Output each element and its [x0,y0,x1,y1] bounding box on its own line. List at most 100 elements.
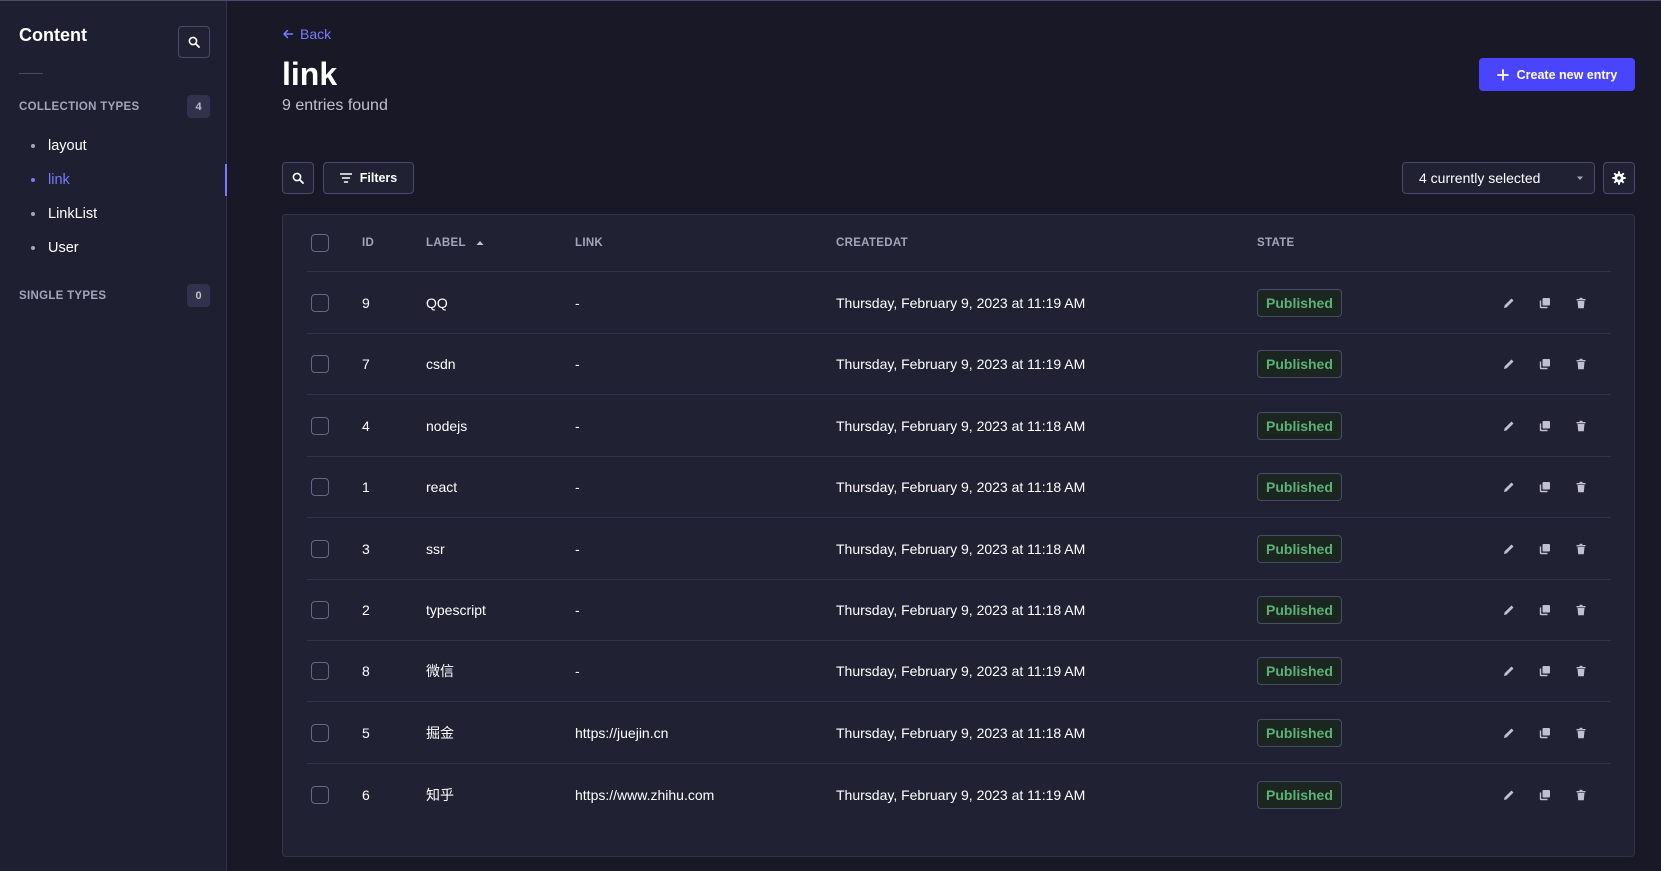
delete-button[interactable] [1573,663,1589,679]
duplicate-button[interactable] [1537,602,1553,618]
sidebar-item-link[interactable]: link [0,164,227,196]
plus-icon [1496,68,1509,81]
table-row[interactable]: 6 知乎 https://www.zhihu.com Thursday, Feb… [307,764,1611,825]
table-row[interactable]: 2 typescript - Thursday, February 9, 202… [307,580,1611,641]
row-checkbox[interactable] [311,416,329,435]
sidebar-item-linklist[interactable]: LinkList [0,198,227,230]
row-link: https://www.zhihu.com [575,786,715,803]
row-state-cell: Published [1257,641,1342,701]
column-header-link[interactable]: LINK [575,215,603,271]
delete-button[interactable] [1573,541,1589,557]
row-checkbox[interactable] [311,294,329,312]
delete-button[interactable] [1573,479,1589,495]
delete-button[interactable] [1573,295,1589,311]
column-header-label[interactable]: LABEL [426,215,484,271]
row-createdat: Thursday, February 9, 2023 at 11:18 AM [836,479,1086,496]
row-label: csdn [426,356,456,373]
row-checkbox[interactable] [311,785,329,804]
trash-icon [1576,789,1586,800]
delete-button[interactable] [1573,787,1589,803]
pencil-icon [1504,605,1514,615]
sidebar-item-label: link [48,172,70,188]
delete-button[interactable] [1573,418,1589,434]
sidebar-item-label: layout [48,138,87,154]
row-actions [1417,457,1611,517]
column-header-createdat[interactable]: CREATEDAT [836,215,908,271]
row-checkbox[interactable] [311,662,329,681]
row-createdat: Thursday, February 9, 2023 at 11:18 AM [836,540,1086,557]
sort-up-icon [476,241,484,245]
table-row[interactable]: 5 掘金 https://juejin.cn Thursday, Februar… [307,703,1611,764]
edit-button[interactable] [1501,725,1517,741]
duplicate-icon [1539,543,1550,554]
row-checkbox[interactable] [311,601,329,619]
duplicate-button[interactable] [1537,418,1553,434]
row-state-cell: Published [1257,580,1342,640]
select-all-cell [311,215,329,271]
arrow-left-icon [283,29,294,39]
row-createdat: Thursday, February 9, 2023 at 11:18 AM [836,724,1086,741]
edit-button[interactable] [1501,602,1517,618]
table-row[interactable]: 9 QQ - Thursday, February 9, 2023 at 11:… [307,273,1611,334]
row-link: - [575,417,580,434]
table-row[interactable]: 4 nodejs - Thursday, February 9, 2023 at… [307,396,1611,457]
row-checkbox[interactable] [311,539,329,558]
edit-button[interactable] [1501,295,1517,311]
columns-select[interactable]: 4 currently selected [1402,162,1595,194]
row-id: 4 [362,417,370,434]
duplicate-button[interactable] [1537,356,1553,372]
table-row[interactable]: 7 csdn - Thursday, February 9, 2023 at 1… [307,334,1611,396]
trash-icon [1576,543,1586,554]
duplicate-icon [1539,666,1550,677]
edit-button[interactable] [1501,356,1517,372]
select-all-checkbox[interactable] [311,234,329,252]
edit-button[interactable] [1501,541,1517,557]
delete-button[interactable] [1573,602,1589,618]
trash-icon [1576,666,1586,677]
row-state-cell: Published [1257,334,1342,394]
table-row[interactable]: 1 react - Thursday, February 9, 2023 at … [307,457,1611,519]
row-checkbox[interactable] [311,478,329,497]
duplicate-button[interactable] [1537,479,1553,495]
filters-button[interactable]: Filters [323,162,414,194]
delete-button[interactable] [1573,725,1589,741]
table-header-row: ID LABEL LINK CREATEDAT STATE [307,215,1611,272]
sidebar-item-user[interactable]: User [0,232,227,264]
row-checkbox[interactable] [311,355,329,374]
back-link[interactable]: Back [282,26,331,42]
column-header-id[interactable]: ID [362,215,374,271]
delete-button[interactable] [1573,356,1589,372]
row-link: - [575,356,580,373]
edit-button[interactable] [1501,787,1517,803]
row-id: 7 [362,356,370,373]
sidebar-item-layout[interactable]: layout [0,130,227,162]
duplicate-button[interactable] [1537,663,1553,679]
collection-types-label: COLLECTION TYPES [19,100,140,113]
pencil-icon [1504,359,1514,370]
row-createdat: Thursday, February 9, 2023 at 11:19 AM [836,295,1086,311]
status-badge: Published [1257,350,1342,379]
edit-button[interactable] [1501,663,1517,679]
duplicate-button[interactable] [1537,541,1553,557]
column-header-state[interactable]: STATE [1257,215,1295,271]
pencil-icon [1504,790,1514,800]
edit-button[interactable] [1501,479,1517,495]
row-actions [1417,334,1611,394]
row-id: 9 [362,295,370,311]
table-row[interactable]: 8 微信 - Thursday, February 9, 2023 at 11:… [307,641,1611,703]
search-button[interactable] [282,162,314,194]
duplicate-button[interactable] [1537,787,1553,803]
row-select-cell [311,334,329,394]
duplicate-button[interactable] [1537,725,1553,741]
create-new-entry-button[interactable]: Create new entry [1479,58,1635,91]
row-checkbox[interactable] [311,723,329,742]
duplicate-button[interactable] [1537,295,1553,311]
collection-types-count: 4 [187,95,210,118]
edit-button[interactable] [1501,418,1517,434]
row-id: 2 [362,602,370,618]
row-label: 知乎 [426,786,454,803]
settings-button[interactable] [1603,162,1635,194]
sidebar-search-button[interactable] [178,26,210,58]
row-state-cell: Published [1257,703,1342,763]
table-row[interactable]: 3 ssr - Thursday, February 9, 2023 at 11… [307,519,1611,580]
